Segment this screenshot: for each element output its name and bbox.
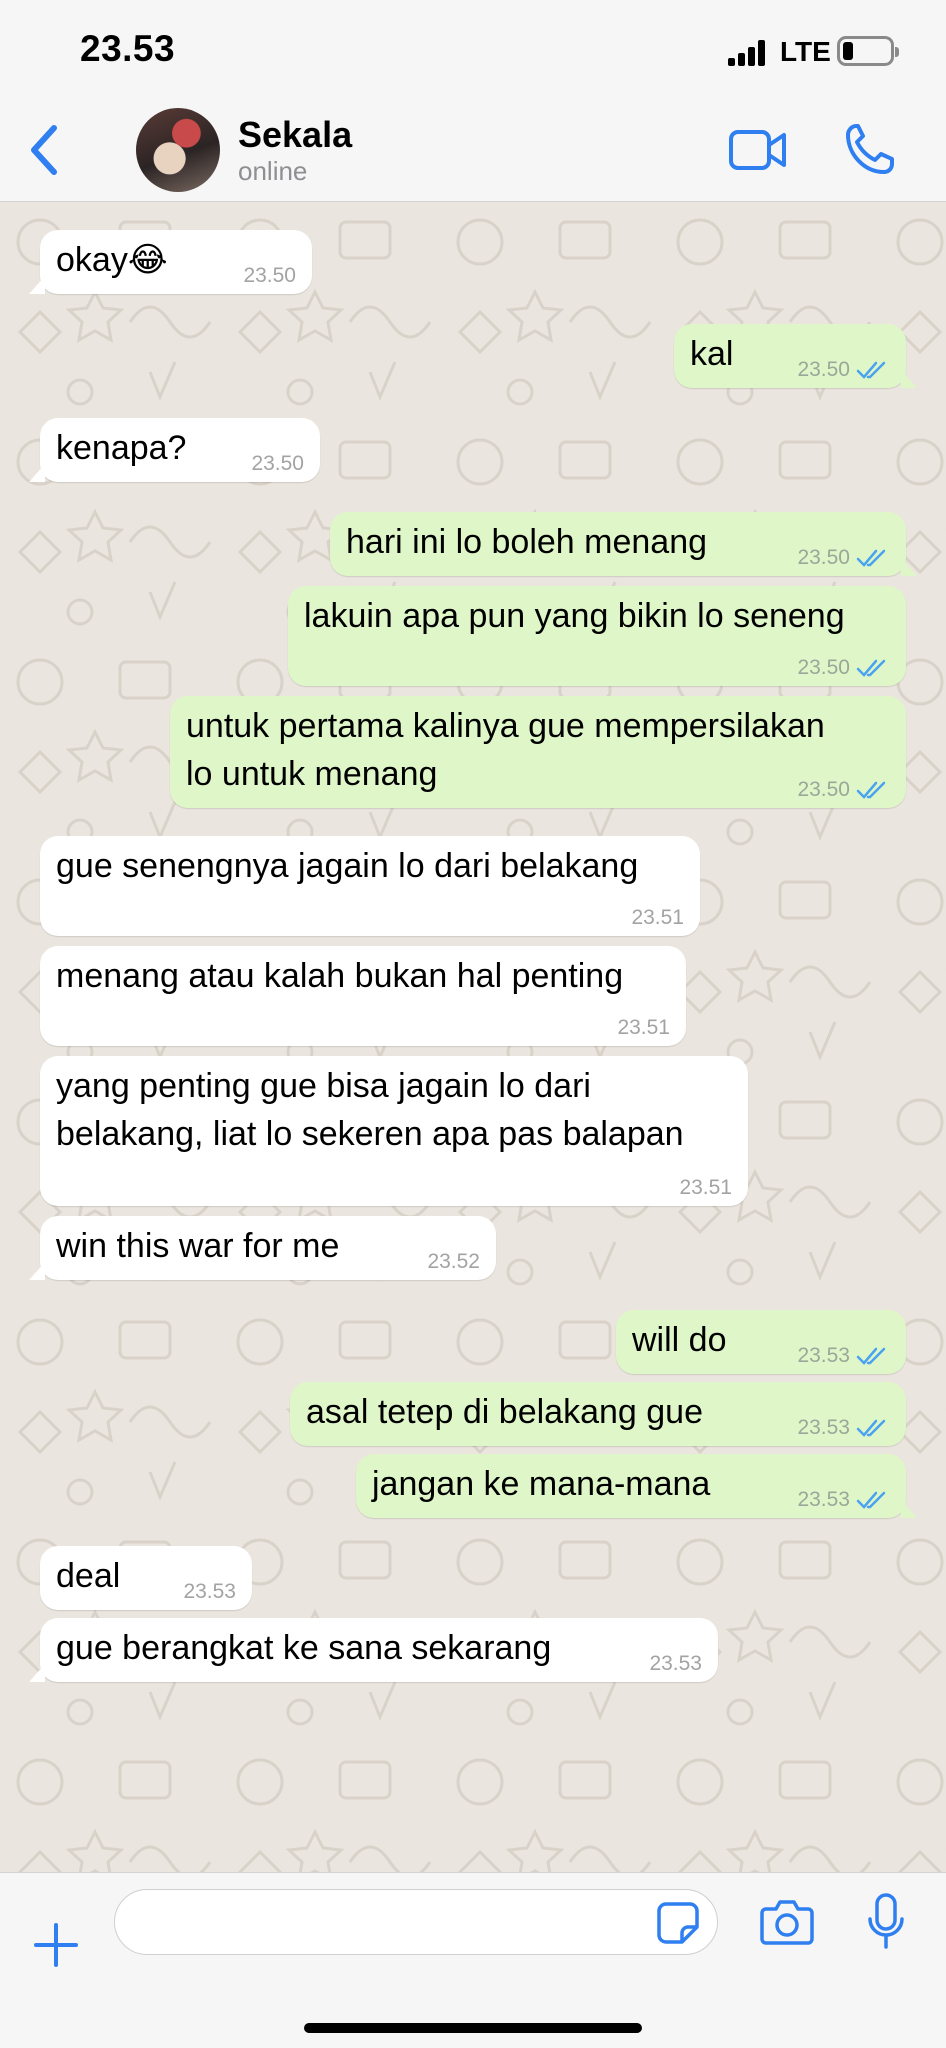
message-text: menang atau kalah bukan hal penting [56,957,624,995]
status-bar: 23.53 LTE [0,0,946,100]
back-button[interactable] [24,122,64,178]
camera-icon [760,1900,814,1945]
message-input[interactable] [114,1889,718,1955]
incoming-message[interactable]: gue senengnya jagain lo dari belakang 23… [40,836,700,936]
message-text: okay😂 [56,241,168,279]
message-text: kal [690,335,734,373]
message-text: kenapa? [56,429,187,467]
message-time: 23.51 [631,906,684,929]
message-time: 23.50 [243,264,296,287]
attach-button[interactable] [32,1921,80,1969]
camera-button[interactable] [760,1897,814,1947]
message-time: 23.50 [797,546,850,569]
message-time: 23.50 [797,778,850,801]
incoming-message[interactable]: kenapa? 23.50 [29,418,320,482]
message-text: asal tetep di belakang gue [306,1393,703,1431]
outgoing-message[interactable]: asal tetep di belakang gue 23.53 [290,1382,906,1446]
message-time: 23.50 [797,358,850,381]
avatar[interactable] [136,108,220,192]
video-camera-icon [729,130,786,170]
message-text: deal [56,1557,121,1595]
outgoing-message[interactable]: lakuin apa pun yang bikin lo seneng 23.5… [288,586,906,686]
message-time: 23.50 [251,452,304,475]
outgoing-message[interactable]: will do 23.53 [616,1310,906,1374]
message-time: 23.53 [183,1580,236,1603]
double-check-icon [856,361,886,379]
incoming-message[interactable]: gue berangkat ke sana sekarang 23.53 [29,1618,718,1682]
outgoing-message[interactable]: jangan ke mana-mana 23.53 [356,1454,917,1518]
double-check-icon [856,781,886,799]
double-check-icon [856,549,886,567]
chevron-left-icon [31,125,57,175]
message-time: 23.50 [797,656,850,679]
message-text: win this war for me [56,1227,340,1265]
double-check-icon [856,1491,886,1509]
message-time: 23.53 [797,1416,850,1439]
message-text: lakuin apa pun yang bikin lo seneng [304,597,845,635]
message-time: 23.51 [679,1176,732,1199]
battery-icon [837,36,899,66]
network-type: LTE [780,36,831,67]
double-check-icon [856,1419,886,1437]
outgoing-message[interactable]: kal 23.50 [674,324,917,388]
message-text: untuk pertama kalinya gue mempersilakan … [186,707,825,793]
message-time: 23.53 [797,1344,850,1367]
message-time: 23.52 [427,1250,480,1273]
contact-status: online [238,156,308,186]
voice-call-button[interactable] [844,122,894,176]
chat-header: Sekala online [0,100,946,202]
status-time: 23.53 [80,28,176,69]
message-composer [0,1872,946,2048]
message-time: 23.51 [617,1016,670,1039]
home-indicator [304,2023,642,2033]
double-check-icon [856,1347,886,1365]
outgoing-message[interactable]: untuk pertama kalinya gue mempersilakan … [170,696,906,808]
message-text: yang penting gue bisa jagain lo dari bel… [56,1067,684,1153]
message-time: 23.53 [649,1652,702,1675]
outgoing-message[interactable]: hari ini lo boleh menang 23.50 [330,512,917,576]
incoming-message[interactable]: deal 23.53 [40,1546,252,1610]
message-text: hari ini lo boleh menang [346,523,708,561]
incoming-message[interactable]: yang penting gue bisa jagain lo dari bel… [40,1056,748,1206]
message-text: gue berangkat ke sana sekarang [56,1629,552,1667]
message-text: will do [632,1321,727,1359]
contact-name[interactable]: Sekala [238,114,352,156]
sticker-button[interactable] [656,1901,700,1945]
chat-area[interactable]: okay😂 23.50 kal 23.50 kenapa? 23.50 hari… [0,202,946,1872]
microphone-button[interactable] [868,1893,904,1951]
message-text: gue senengnya jagain lo dari belakang [56,847,639,885]
video-call-button[interactable] [728,128,788,172]
microphone-icon [868,1893,904,1949]
message-time: 23.53 [797,1488,850,1511]
plus-icon [34,1923,78,1967]
incoming-message[interactable]: win this war for me 23.52 [29,1216,496,1280]
message-text: jangan ke mana-mana [372,1465,711,1503]
phone-icon [846,124,894,174]
incoming-message[interactable]: menang atau kalah bukan hal penting 23.5… [40,946,686,1046]
cellular-signal-icon [728,40,766,66]
incoming-message[interactable]: okay😂 23.50 [29,230,312,294]
double-check-icon [856,659,886,677]
sticker-icon [657,1902,699,1944]
